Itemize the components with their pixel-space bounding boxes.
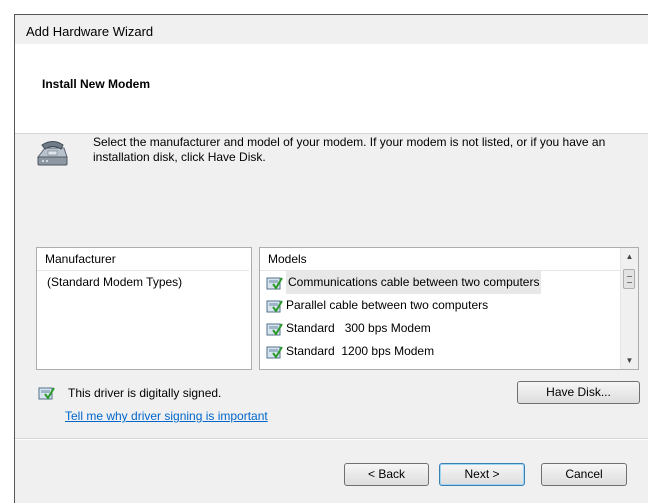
- modem-icon: [36, 141, 68, 166]
- cancel-button[interactable]: Cancel: [541, 463, 627, 486]
- models-column-header[interactable]: Models: [260, 248, 638, 271]
- title-bar[interactable]: Add Hardware Wizard: [15, 15, 648, 43]
- wizard-window: Add Hardware Wizard Install New Modem Se…: [14, 14, 648, 503]
- footer-divider: [15, 438, 648, 440]
- have-disk-button[interactable]: Have Disk...: [517, 381, 640, 404]
- signed-driver-icon: [266, 299, 283, 313]
- signed-driver-icon: [266, 276, 283, 290]
- model-label: Communications cable between two compute…: [286, 271, 542, 294]
- scrollbar-thumb[interactable]: [623, 269, 635, 289]
- back-button[interactable]: < Back: [344, 463, 429, 486]
- models-list[interactable]: Models Communications cable between two …: [259, 247, 639, 370]
- scroll-down-arrow-icon[interactable]: ▼: [621, 352, 638, 369]
- model-item[interactable]: Parallel cable between two computers: [260, 294, 638, 317]
- page-title: Install New Modem: [42, 77, 151, 91]
- window-title: Add Hardware Wizard: [26, 24, 154, 39]
- signing-status-text: This driver is digitally signed.: [68, 386, 222, 400]
- model-label: Standard 1200 bps Modem: [286, 344, 435, 358]
- manufacturer-column-header[interactable]: Manufacturer: [37, 248, 249, 271]
- driver-signing-link[interactable]: Tell me why driver signing is important: [65, 409, 268, 423]
- driver-signing-status: This driver is digitally signed.: [38, 385, 221, 401]
- signed-driver-icon: [266, 345, 283, 359]
- manufacturer-item[interactable]: (Standard Modem Types): [37, 271, 251, 294]
- model-item[interactable]: Communications cable between two compute…: [260, 271, 638, 294]
- model-item[interactable]: Standard 1200 bps Modem: [260, 340, 638, 363]
- scroll-up-arrow-icon[interactable]: ▲: [621, 248, 638, 265]
- model-item[interactable]: Standard 300 bps Modem: [260, 317, 638, 340]
- model-label: Standard 300 bps Modem: [286, 321, 431, 335]
- signed-driver-icon: [38, 387, 55, 400]
- manufacturer-list[interactable]: Manufacturer (Standard Modem Types): [36, 247, 252, 370]
- model-label: Parallel cable between two computers: [286, 298, 489, 312]
- next-button[interactable]: Next >: [439, 463, 525, 486]
- signed-driver-icon: [266, 322, 283, 336]
- models-scrollbar[interactable]: ▲ ▼: [620, 248, 638, 369]
- instruction-text: Select the manufacturer and model of you…: [93, 135, 606, 164]
- wizard-header: Install New Modem: [15, 44, 648, 134]
